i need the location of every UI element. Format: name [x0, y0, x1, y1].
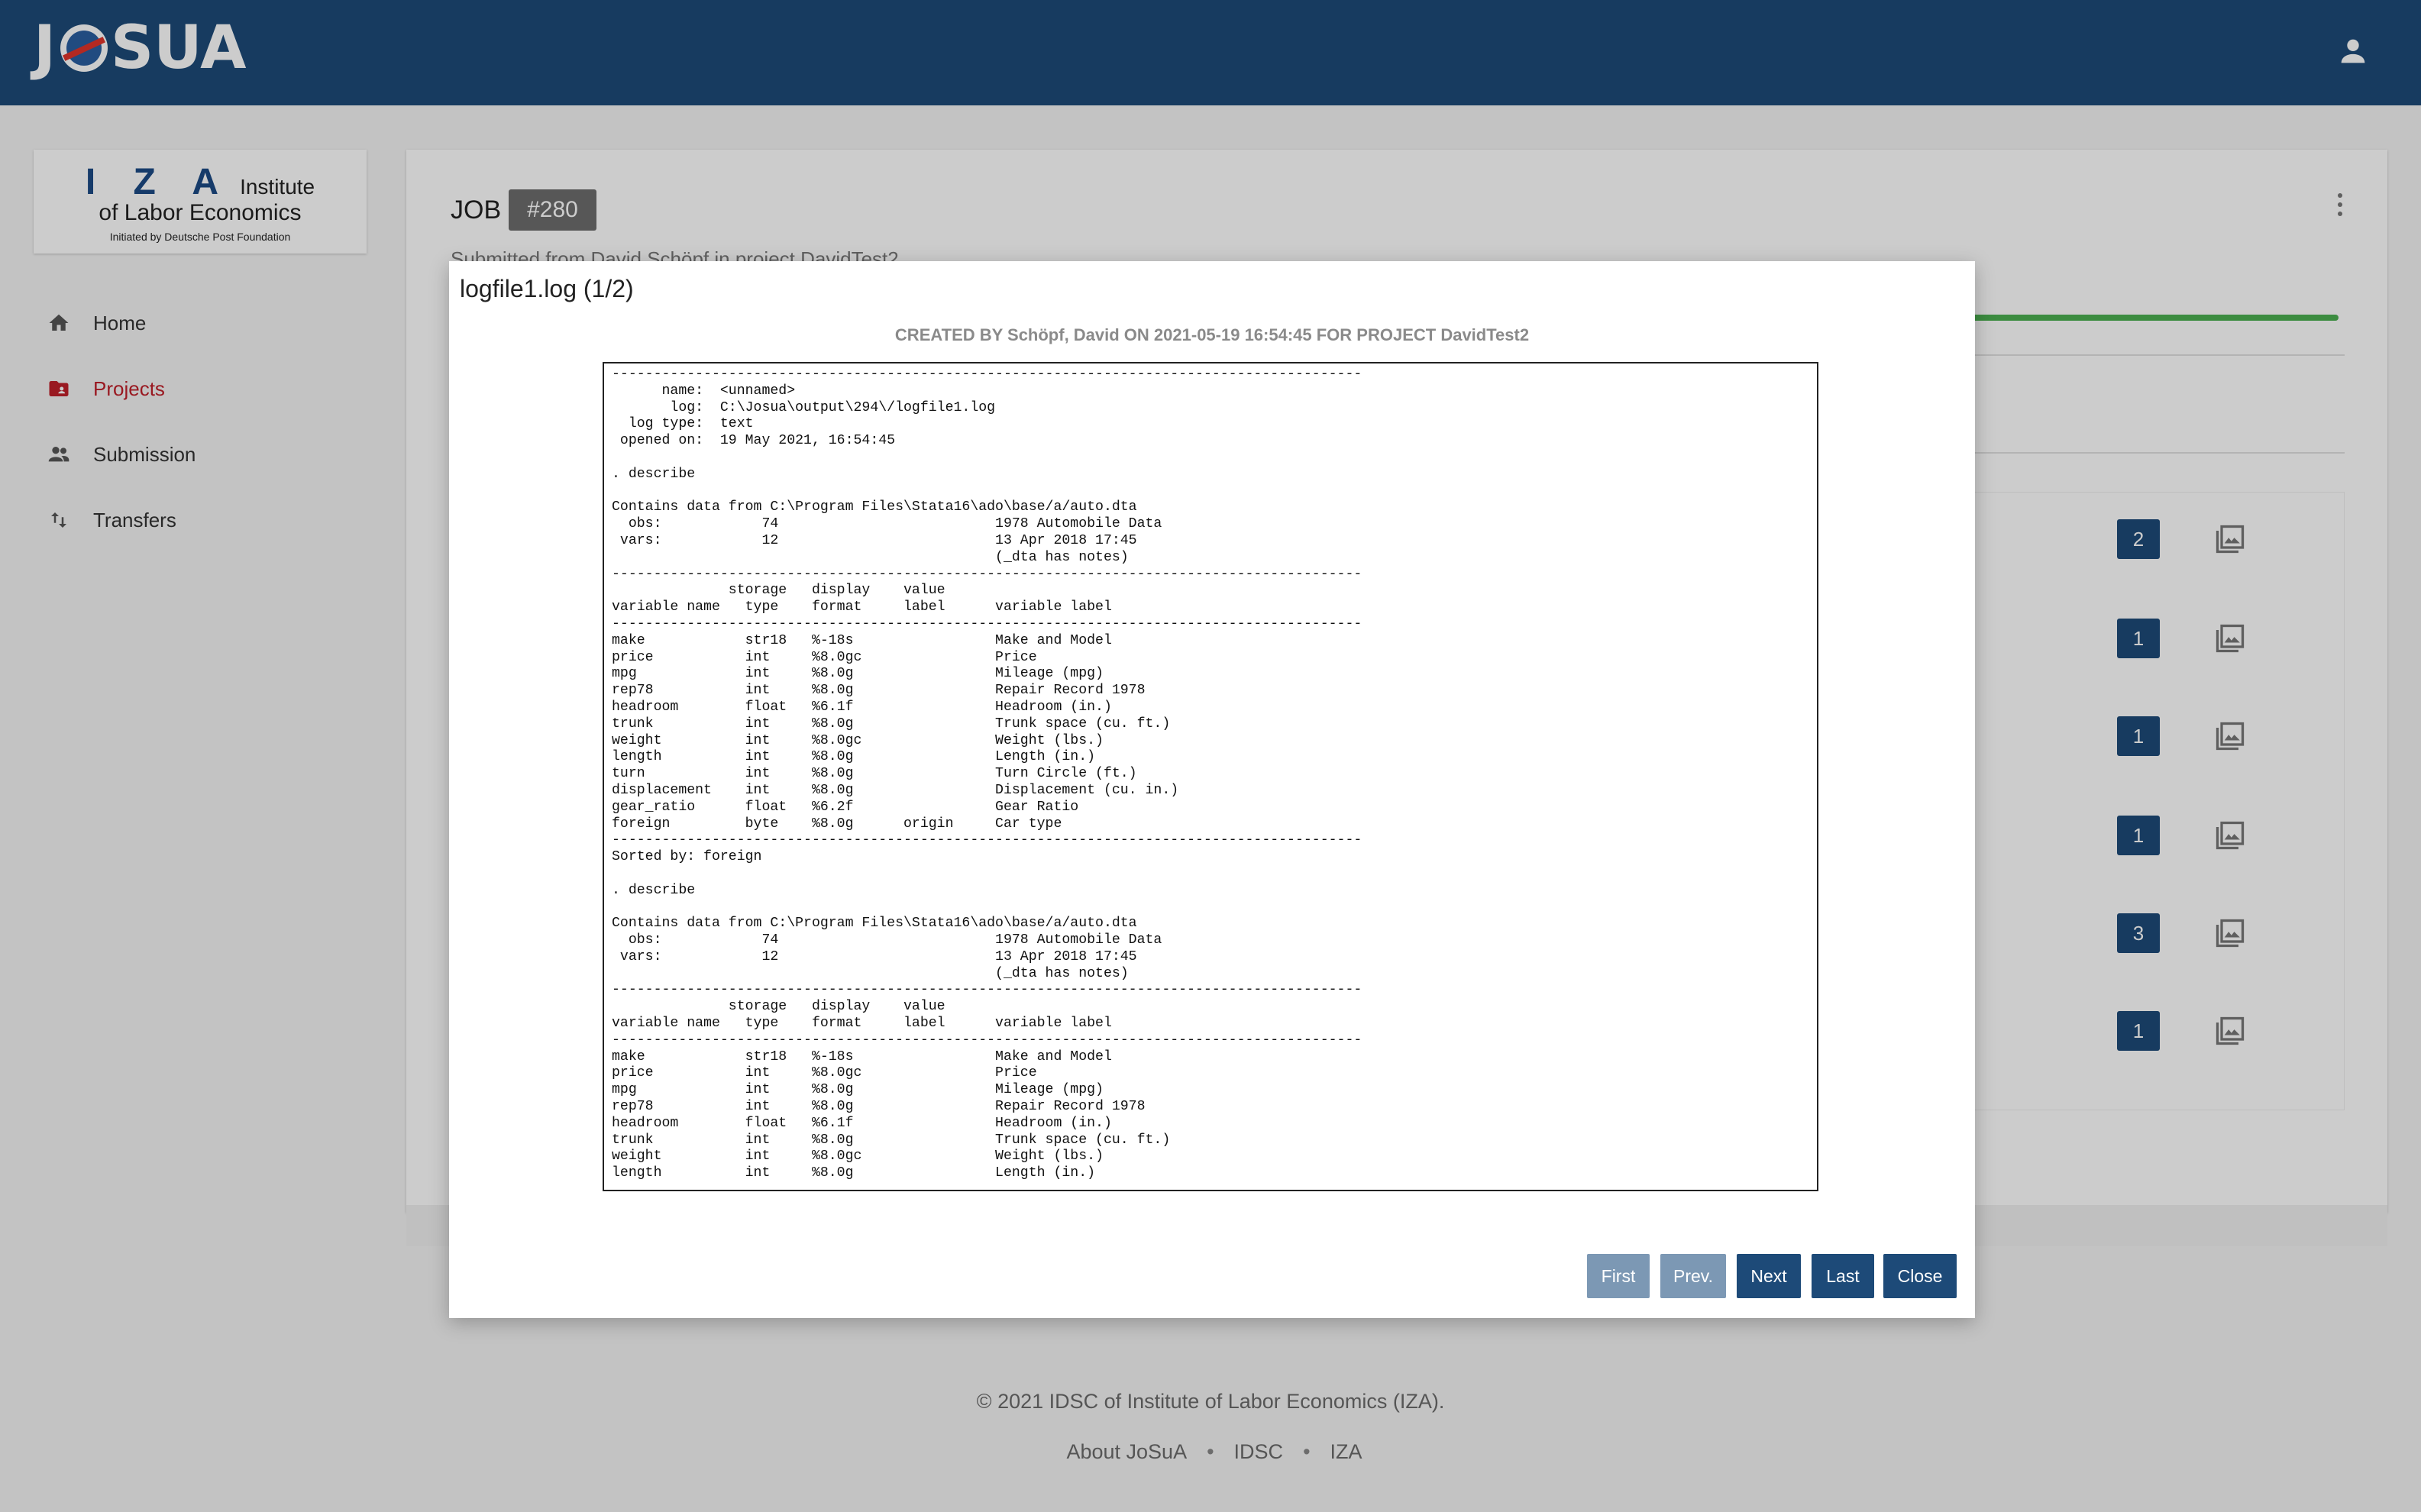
log-viewer-dialog: logfile1.log (1/2) CREATED BY Schöpf, Da… — [449, 261, 1975, 1318]
log-page: ----------------------------------------… — [603, 362, 1818, 1191]
close-button[interactable]: Close — [1883, 1254, 1957, 1298]
log-page-header: CREATED BY Schöpf, David ON 2021-05-19 1… — [894, 325, 1530, 344]
prev-page-button[interactable]: Prev. — [1660, 1254, 1726, 1298]
first-page-button[interactable]: First — [1587, 1254, 1650, 1298]
dialog-title: logfile1.log (1/2) — [460, 275, 634, 302]
log-content: ----------------------------------------… — [612, 367, 1362, 1181]
next-page-button[interactable]: Next — [1737, 1254, 1801, 1298]
last-page-button[interactable]: Last — [1812, 1254, 1874, 1298]
